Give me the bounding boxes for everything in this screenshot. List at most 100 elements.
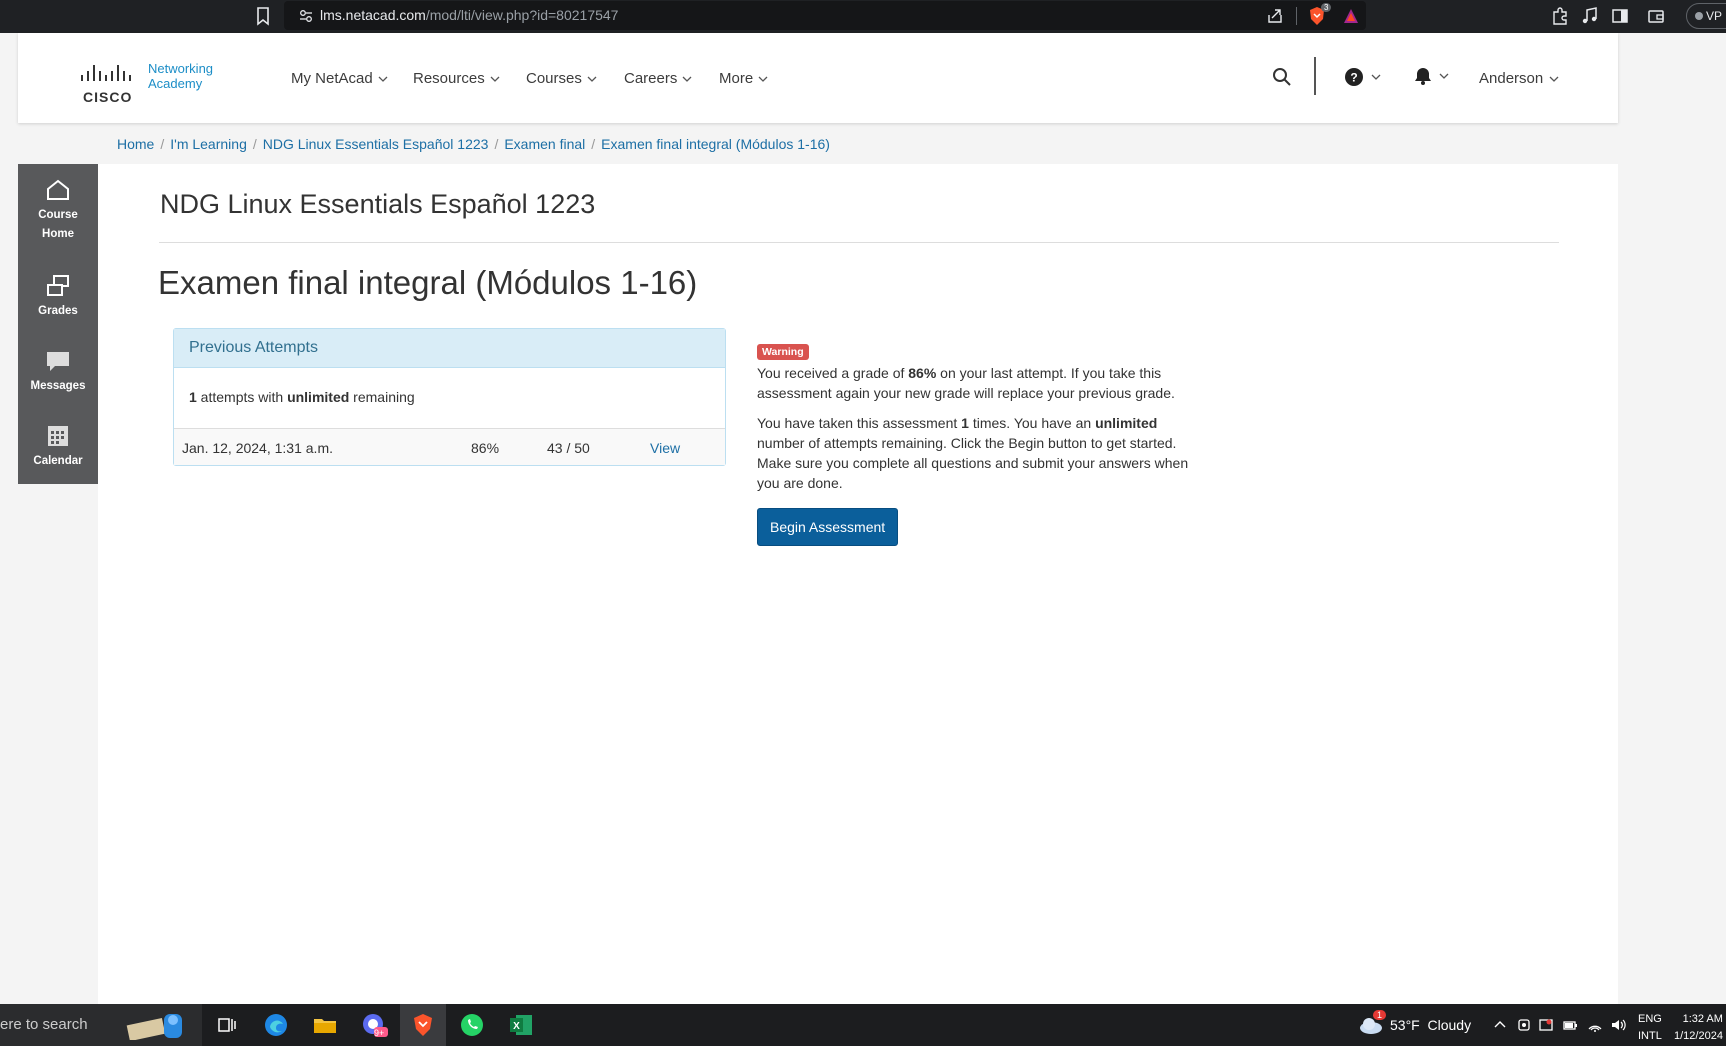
breadcrumb-separator: / [252,136,257,152]
rail-item-grades[interactable]: Grades [18,274,98,321]
chevron-down-icon [1549,76,1559,82]
nav-courses[interactable]: Courses [526,70,597,87]
attempts-text-2: remaining [349,389,415,405]
task-view-icon[interactable] [212,1010,242,1040]
home-icon [47,179,69,200]
info-text-1: You have taken this assessment [757,415,962,431]
begin-assessment-button[interactable]: Begin Assessment [757,508,899,546]
help-icon[interactable]: ? [1344,67,1386,87]
calendar-icon [48,426,68,446]
breadcrumb-separator: / [591,136,596,152]
chevron-up-icon[interactable] [1492,1017,1508,1033]
breadcrumb-course[interactable]: NDG Linux Essentials Español 1223 [263,136,489,152]
user-menu[interactable]: Anderson [1479,70,1559,87]
nav-careers[interactable]: Careers [624,70,692,87]
svg-text:X: X [513,1021,520,1032]
address-bar[interactable]: lms.netacad.com/mod/lti/view.php?id=8021… [284,1,1366,30]
meet-now-icon[interactable] [1516,1017,1532,1033]
chevron-down-icon [378,76,388,82]
share-icon[interactable] [1266,7,1284,25]
file-explorer-icon[interactable] [310,1010,340,1040]
nav-resources[interactable]: Resources [413,70,500,87]
attempt-percent: 86% [471,440,500,456]
excel-icon[interactable]: X [506,1010,536,1040]
nav-label: Resources [413,70,485,87]
wifi-icon[interactable] [1587,1017,1603,1033]
messages-icon [47,352,69,371]
breadcrumb-current[interactable]: Examen final integral (Módulos 1-16) [601,136,830,152]
breadcrumb-separator: / [494,136,499,152]
breadcrumb-im-learning[interactable]: I'm Learning [170,136,247,152]
rail-label: Course Home [38,209,78,240]
last-grade: 86% [908,365,937,381]
vpn-button[interactable]: VP [1686,3,1726,29]
nav-more[interactable]: More [719,70,768,87]
breadcrumb-separator: / [160,136,165,152]
attempt-row: Jan. 12, 2024, 1:31 a.m. 86% 43 / 50 Vie… [174,428,725,465]
url-path: /mod/lti/view.php?id=80217547 [425,7,619,23]
sidebar-icon[interactable] [1610,6,1630,26]
attempt-view-link[interactable]: View [650,440,680,456]
nav-label: Careers [624,70,678,87]
security-icon[interactable] [1538,1017,1554,1033]
previous-attempts-panel: Previous Attempts 1 attempts with unlimi… [173,328,726,630]
breadcrumb-examen-final[interactable]: Examen final [504,136,585,152]
cisco-wordmark: CISCO [83,89,133,105]
attempt-score: 43 / 50 [547,440,590,456]
rail-item-course-home[interactable]: Course Home [18,178,98,244]
site-header: CISCO Networking Academy My NetAcad Resou… [18,33,1618,123]
media-control-icon[interactable] [1580,6,1600,26]
warning-text-1: You received a grade of [757,365,909,381]
attempts-count: 1 [189,389,197,405]
chevron-down-icon [587,76,597,82]
info-count: 1 [961,415,969,431]
weather-text[interactable]: 53°F Cloudy [1390,1017,1471,1033]
rail-label: Messages [30,380,86,392]
title-divider [159,242,1559,243]
url-host: lms.netacad.com [320,7,426,23]
nav-label: More [719,70,754,87]
grades-icon [47,275,69,296]
wallet-icon[interactable] [1646,6,1666,26]
browser-toolbar: lms.netacad.com/mod/lti/view.php?id=8021… [0,0,1726,33]
breadcrumb-home[interactable]: Home [117,136,154,152]
rail-item-calendar[interactable]: Calendar [18,424,98,471]
taskbar-search-box[interactable]: ere to search [0,1004,202,1046]
rail-label: Grades [38,305,78,317]
previous-attempts-heading: Previous Attempts [174,329,725,368]
extensions-icon[interactable] [1550,6,1570,26]
search-icon[interactable] [1271,66,1293,88]
bell-icon[interactable] [1412,66,1454,86]
attempts-text-1: attempts with [196,389,288,405]
lang-line-1: ENG [1638,1013,1662,1025]
brave-taskbar-button[interactable] [400,1004,446,1046]
course-side-nav: Course Home Grades Messages Calendar [18,164,98,484]
url-text: lms.netacad.com/mod/lti/view.php?id=8021… [320,7,618,23]
clock[interactable]: 1:32 AM 1/12/2024 [1674,1011,1723,1045]
attempts-info-text: You have taken this assessment 1 times. … [757,413,1197,493]
attempts-summary: 1 attempts with unlimited remaining [189,389,415,405]
info-text-2: times. You have an [968,415,1096,431]
battery-icon[interactable] [1562,1017,1578,1033]
rail-item-messages[interactable]: Messages [18,349,98,396]
search-highlight-icon [126,1014,182,1040]
windows-taskbar: ere to search 9+ X 1 53°F Cloudy ENG INTL… [0,1004,1726,1046]
volume-icon[interactable] [1610,1017,1626,1033]
chevron-down-icon [758,76,768,82]
brave-rewards-icon[interactable] [1342,7,1360,25]
shields-count-badge: 3 [1321,3,1332,12]
bookmark-icon[interactable] [256,6,270,26]
url-divider [1296,7,1297,25]
info-unlimited: unlimited [1095,415,1158,431]
user-name: Anderson [1479,70,1544,87]
page-title: Examen final integral (Módulos 1-16) [158,264,698,301]
input-language[interactable]: ENG INTL [1638,1011,1662,1045]
lang-line-2: INTL [1638,1030,1662,1042]
whatsapp-icon[interactable] [457,1010,487,1040]
site-settings-icon[interactable] [298,8,314,24]
vpn-status-icon [1695,12,1703,20]
nav-my-netacad[interactable]: My NetAcad [291,70,388,87]
grade-warning-text: You received a grade of 86% on your last… [757,363,1197,403]
edge-icon[interactable] [261,1010,291,1040]
logo-line-2: Academy [148,76,203,91]
